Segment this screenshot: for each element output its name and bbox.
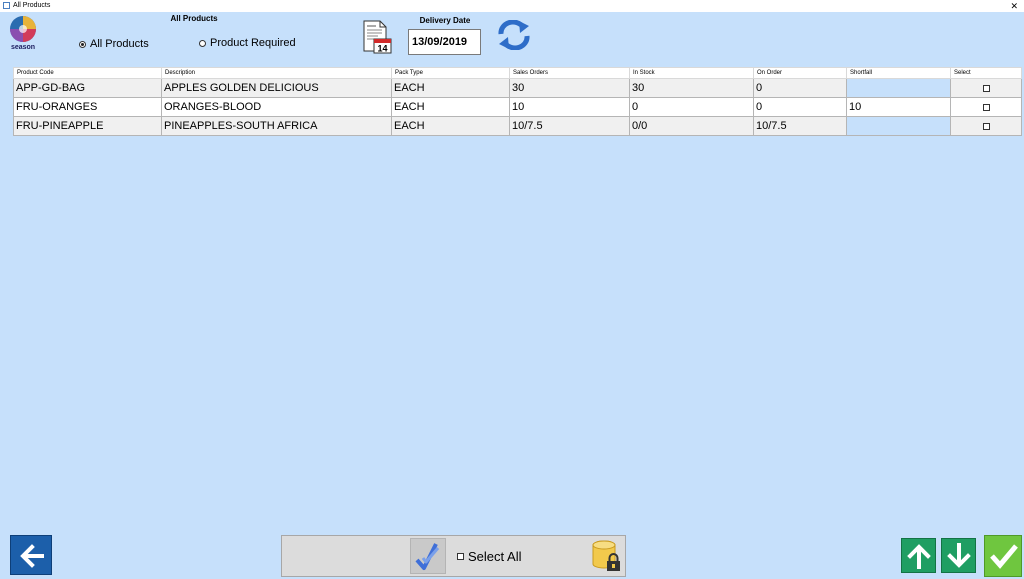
calendar-document-icon[interactable]: 14	[362, 20, 392, 54]
window-title: All Products	[13, 2, 51, 9]
cell-in-stock: 30	[629, 78, 754, 98]
radio-dot-selected[interactable]	[79, 40, 86, 48]
products-table: Product Code Description Pack Type Sales…	[13, 67, 1022, 136]
cell-product-code: FRU-PINEAPPLE	[13, 116, 162, 136]
cell-shortfall[interactable]	[846, 78, 951, 98]
cell-on-order: 10/7.5	[753, 116, 847, 136]
checkmark-icon	[990, 544, 1018, 569]
back-button[interactable]	[10, 535, 52, 575]
column-header-select[interactable]: Select	[950, 67, 1022, 79]
column-header-on-order[interactable]: On Order	[753, 67, 847, 79]
cell-sales-orders: 30	[509, 78, 630, 98]
season-logo: season	[7, 15, 39, 53]
cell-product-code: APP-GD-BAG	[13, 78, 162, 98]
cell-pack-type: EACH	[391, 78, 510, 98]
logo-text: season	[10, 44, 36, 51]
row-select-checkbox[interactable]	[982, 122, 990, 130]
select-all-checkbox[interactable]: Select All	[457, 549, 521, 564]
cell-select	[950, 116, 1022, 136]
cell-description: APPLES GOLDEN DELICIOUS	[161, 78, 392, 98]
move-down-button[interactable]	[941, 538, 976, 573]
select-all-label: Select All	[468, 549, 522, 564]
cell-on-order: 0	[753, 78, 847, 98]
window-icon	[3, 2, 10, 9]
logo-circle-icon	[10, 16, 36, 42]
table-header-row: Product Code Description Pack Type Sales…	[13, 67, 1022, 79]
delivery-date-field[interactable]: 13/09/2019	[408, 29, 481, 55]
database-lock-icon[interactable]	[588, 538, 624, 574]
confirm-selection-button[interactable]	[410, 538, 446, 574]
delivery-date-label: Delivery Date	[419, 16, 471, 25]
column-header-shortfall[interactable]: Shortfall	[846, 67, 951, 79]
cell-description: PINEAPPLES-SOUTH AFRICA	[161, 116, 392, 136]
cell-in-stock: 0/0	[629, 116, 754, 136]
cell-in-stock: 0	[629, 97, 754, 117]
arrow-down-icon	[947, 543, 971, 568]
cell-sales-orders: 10/7.5	[509, 116, 630, 136]
arrow-up-icon	[907, 544, 931, 569]
refresh-icon[interactable]	[496, 19, 532, 51]
double-check-icon	[415, 543, 440, 570]
cell-pack-type: EACH	[391, 116, 510, 136]
cell-select	[950, 97, 1022, 117]
filter-title: All Products	[170, 14, 218, 23]
table-row[interactable]: FRU-ORANGES ORANGES-BLOOD EACH 10 0 0 10	[13, 97, 1022, 117]
column-header-product-code[interactable]: Product Code	[13, 67, 162, 79]
cell-on-order: 0	[753, 97, 847, 117]
cell-shortfall[interactable]: 10	[846, 97, 951, 117]
radio-all-products[interactable]: All Products	[79, 38, 149, 50]
table-row[interactable]: APP-GD-BAG APPLES GOLDEN DELICIOUS EACH …	[13, 78, 1022, 98]
table-row[interactable]: FRU-PINEAPPLE PINEAPPLES-SOUTH AFRICA EA…	[13, 116, 1022, 136]
row-select-checkbox[interactable]	[982, 84, 990, 92]
cell-description: ORANGES-BLOOD	[161, 97, 392, 117]
radio-dot[interactable]	[199, 39, 206, 47]
cell-select	[950, 78, 1022, 98]
ok-button[interactable]	[984, 535, 1022, 577]
column-header-sales-orders[interactable]: Sales Orders	[509, 67, 630, 79]
radio-product-required[interactable]: Product Required	[199, 37, 296, 49]
bottom-toolbar: Select All	[281, 535, 626, 577]
calendar-day: 14	[377, 44, 387, 54]
column-header-in-stock[interactable]: In Stock	[629, 67, 754, 79]
move-up-button[interactable]	[901, 538, 936, 573]
cell-pack-type: EACH	[391, 97, 510, 117]
close-icon[interactable]: ✕	[1010, 0, 1018, 12]
cell-sales-orders: 10	[509, 97, 630, 117]
column-header-description[interactable]: Description	[161, 67, 392, 79]
title-bar: All Products ✕	[0, 0, 1024, 12]
cell-product-code: FRU-ORANGES	[13, 97, 162, 117]
select-all-box[interactable]	[457, 553, 464, 560]
radio-label: All Products	[90, 38, 149, 50]
cell-shortfall[interactable]	[846, 116, 951, 136]
arrow-left-icon	[20, 544, 44, 568]
row-select-checkbox[interactable]	[982, 103, 990, 111]
radio-label: Product Required	[210, 37, 296, 49]
column-header-pack-type[interactable]: Pack Type	[391, 67, 510, 79]
